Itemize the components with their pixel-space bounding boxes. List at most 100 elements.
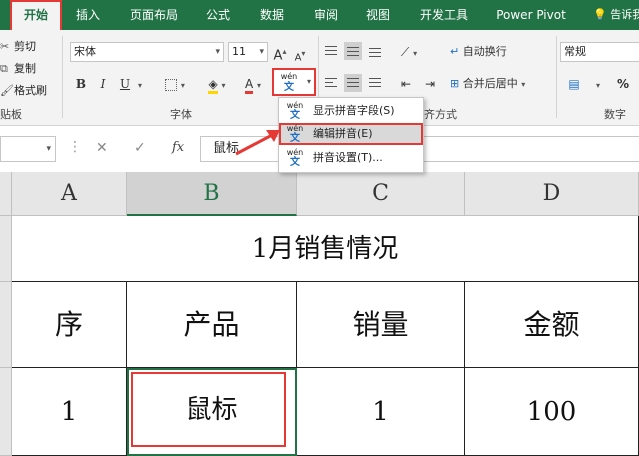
menu-item-label: 编辑拼音(E): [313, 127, 373, 140]
phonetic-icon: wén 文: [278, 71, 300, 93]
menu-item-edit-phonetic[interactable]: wén 文 编辑拼音(E): [279, 123, 423, 145]
shrink-font-button[interactable]: A▾: [292, 44, 308, 64]
tab-data[interactable]: 数据: [250, 0, 294, 30]
phonetic-icon-pinyin: wén: [280, 72, 298, 81]
grow-font-button[interactable]: A▴: [272, 42, 288, 63]
phonetic-dropdown-menu: wén 文 显示拼音字段(S) wén 文 编辑拼音(E) wén 文 拼音设置(T)…: [278, 97, 424, 173]
align-middle-button[interactable]: [344, 42, 362, 60]
sheet-title-cell[interactable]: 1月销售情况: [12, 216, 639, 282]
menu-item-label: 显示拼音字段(S): [313, 104, 395, 117]
lightbulb-icon: 💡: [593, 8, 607, 21]
header-cell-seq[interactable]: 序: [12, 282, 127, 368]
name-box[interactable]: ▾: [0, 136, 56, 162]
formula-bar-grip[interactable]: ⋮: [68, 139, 82, 155]
tab-page-layout[interactable]: 页面布局: [120, 0, 188, 30]
format-painter-button[interactable]: 🖌格式刷: [0, 82, 47, 98]
bold-button[interactable]: B: [72, 74, 90, 94]
data-cell-quantity[interactable]: 1: [297, 368, 465, 456]
number-format-select[interactable]: 常规: [560, 42, 639, 62]
font-name-value: 宋体: [74, 45, 96, 58]
header-cell-product[interactable]: 产品: [127, 282, 297, 368]
font-size-select[interactable]: 11 ▾: [228, 42, 268, 62]
copy-icon: ⧉: [0, 62, 8, 75]
merge-cells-icon: ⊞: [450, 77, 460, 90]
row-header-1[interactable]: [0, 216, 12, 282]
tab-review[interactable]: 审阅: [304, 0, 348, 30]
border-grid-icon: [165, 78, 178, 91]
tab-view[interactable]: 视图: [356, 0, 400, 30]
borders-button[interactable]: ▾: [160, 74, 190, 94]
accounting-format-button[interactable]: ▤: [562, 74, 586, 94]
data-cell-seq[interactable]: 1: [12, 368, 127, 456]
menu-item-phonetic-settings[interactable]: wén 文 拼音设置(T)...: [279, 147, 423, 169]
merge-center-label: 合并后居中: [462, 77, 518, 90]
chevron-down-icon: ▾: [595, 81, 600, 90]
tab-developer[interactable]: 开发工具: [410, 0, 478, 30]
font-color-icon: A: [244, 77, 254, 94]
format-painter-label: 格式刷: [14, 84, 47, 97]
align-left-button[interactable]: [322, 74, 340, 92]
annotation-arrow-icon: [235, 130, 280, 156]
alignment-group-label: 齐方式: [424, 108, 457, 121]
paintbrush-icon: 🖌: [0, 84, 14, 97]
align-center-button[interactable]: [344, 74, 362, 92]
chevron-down-icon: ▾: [137, 81, 142, 90]
copy-label: 复制: [14, 62, 36, 75]
italic-button[interactable]: I: [94, 74, 112, 94]
header-cell-amount[interactable]: 金额: [465, 282, 639, 368]
phonetic-guide-button[interactable]: wén 文 ▾: [272, 68, 316, 96]
copy-button[interactable]: ⧉ 复制: [0, 60, 36, 76]
chevron-down-icon: ▾: [215, 47, 220, 57]
underline-dropdown[interactable]: ▾: [134, 74, 146, 94]
formula-buttons: ✕ ✓ fx: [88, 136, 198, 162]
menu-item-label: 拼音设置(T)...: [313, 151, 383, 164]
tab-formulas[interactable]: 公式: [196, 0, 240, 30]
font-group-label: 字体: [170, 108, 192, 121]
chevron-down-icon: ▾: [259, 47, 264, 57]
indent-icon: ⇥: [424, 77, 436, 91]
number-format-value: 常规: [564, 45, 586, 58]
align-bottom-button[interactable]: [366, 42, 384, 60]
tab-home[interactable]: 开始: [10, 0, 62, 30]
accounting-dropdown[interactable]: ▾: [590, 74, 606, 94]
tell-me-search[interactable]: 💡 告诉我: [593, 0, 639, 30]
cut-label: 剪切: [14, 40, 36, 53]
align-right-button[interactable]: [366, 74, 384, 92]
underline-button[interactable]: U: [116, 74, 134, 94]
orientation-button[interactable]: ⟋ ▾: [394, 42, 424, 62]
increase-indent-button[interactable]: ⇥: [420, 74, 440, 94]
header-cell-quantity[interactable]: 销量: [297, 282, 465, 368]
row-header-3[interactable]: [0, 368, 12, 456]
chevron-down-icon: ▾: [46, 144, 51, 154]
align-top-button[interactable]: [322, 42, 340, 60]
insert-function-button[interactable]: fx: [172, 140, 184, 155]
row-header-2[interactable]: [0, 282, 12, 368]
column-header-d[interactable]: D: [465, 172, 639, 216]
group-divider: [556, 36, 557, 118]
menu-item-show-phonetic[interactable]: wén 文 显示拼音字段(S): [279, 100, 423, 122]
cut-button[interactable]: ✂ 剪切: [0, 38, 36, 54]
wrap-text-icon: ↵: [450, 45, 460, 58]
percent-style-button[interactable]: %: [612, 74, 634, 94]
tab-power-pivot[interactable]: Power Pivot: [488, 0, 574, 30]
outdent-icon: ⇤: [400, 77, 412, 91]
select-all-corner[interactable]: [0, 172, 12, 216]
tab-insert[interactable]: 插入: [66, 0, 110, 30]
column-header-b[interactable]: B: [127, 172, 297, 216]
percent-icon: %: [616, 77, 630, 91]
column-header-a[interactable]: A: [12, 172, 127, 216]
column-header-c[interactable]: C: [297, 172, 465, 216]
enter-icon[interactable]: ✓: [134, 140, 146, 156]
wrap-text-button[interactable]: ↵ 自动换行: [450, 42, 526, 62]
currency-icon: ▤: [568, 77, 580, 91]
merge-center-button[interactable]: ⊞ 合并后居中 ▾: [450, 74, 556, 94]
font-color-button[interactable]: A ▾: [238, 74, 268, 94]
wrap-text-label: 自动换行: [462, 45, 507, 58]
fill-color-button[interactable]: ◈ ▾: [202, 74, 232, 94]
data-cell-amount[interactable]: 100: [465, 368, 639, 456]
cancel-icon[interactable]: ✕: [96, 140, 108, 156]
phonetic-icon: wén 文: [286, 101, 304, 121]
decrease-indent-button[interactable]: ⇤: [396, 74, 416, 94]
scissors-icon: ✂: [0, 40, 10, 53]
font-name-select[interactable]: 宋体 ▾: [70, 42, 224, 62]
